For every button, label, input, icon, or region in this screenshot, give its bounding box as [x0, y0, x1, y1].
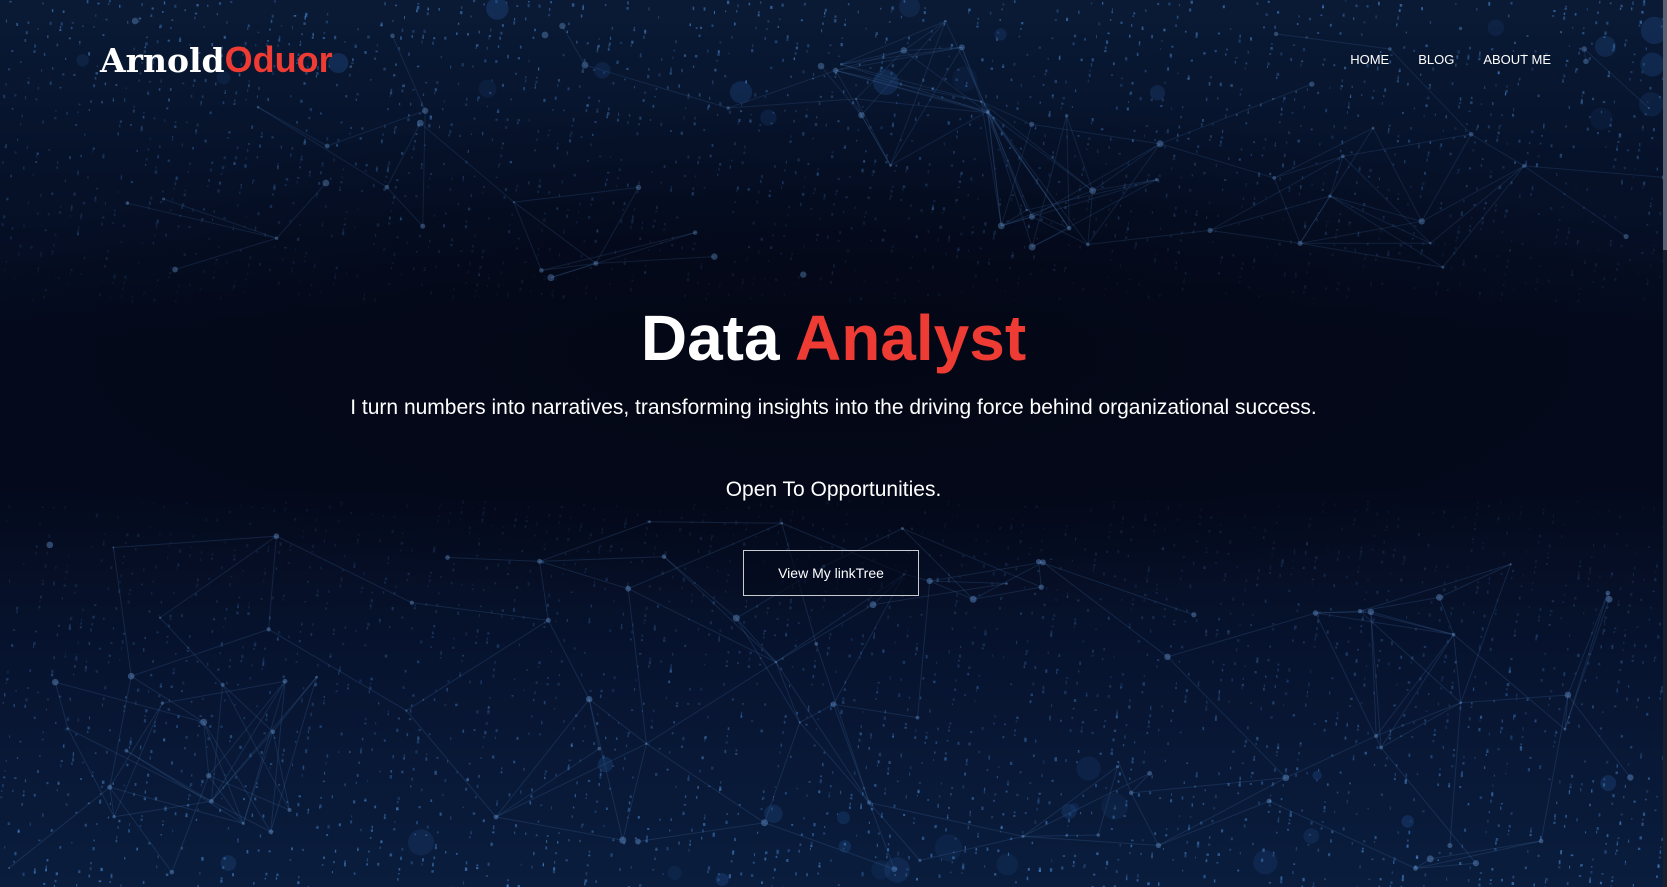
nav-blog-link[interactable]: BLOG [1418, 50, 1454, 70]
hero-tagline: I turn numbers into narratives, transfor… [350, 396, 1317, 419]
hero-title-accent: Analyst [794, 302, 1027, 374]
hero-background-image [0, 0, 1667, 887]
logo-last-name: Oduor [224, 39, 333, 80]
view-linktree-button[interactable]: View My linkTree [743, 550, 919, 596]
hero-title-white: Data [640, 302, 780, 374]
main-nav: HOME BLOG ABOUT ME [1350, 50, 1551, 70]
data-network-graphic [0, 0, 1667, 887]
nav-about-link[interactable]: ABOUT ME [1483, 50, 1551, 70]
site-logo[interactable]: ArnoldOduor [100, 38, 333, 83]
logo-first-name: Arnold [100, 41, 225, 80]
availability-status: Open To Opportunities. [725, 478, 942, 501]
scrollbar-thumb[interactable] [1663, 0, 1667, 250]
hero-title: Data Analyst [0, 298, 1667, 378]
page: ArnoldOduor HOME BLOG ABOUT ME Data Anal… [0, 0, 1667, 887]
scrollbar[interactable] [1663, 0, 1667, 887]
nav-home-link[interactable]: HOME [1350, 50, 1389, 70]
